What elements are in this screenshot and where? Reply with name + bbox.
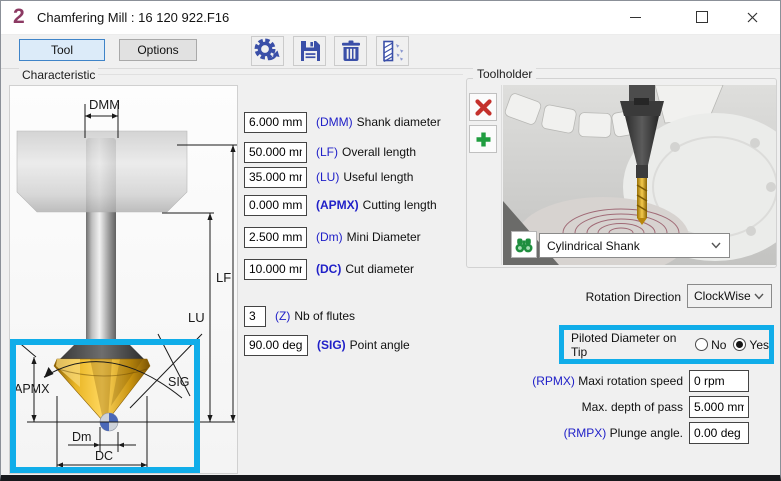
label-lf: Overall length bbox=[342, 145, 417, 159]
tool-diagram-panel: DMM LF LU APMX SIG Dm DC bbox=[9, 85, 238, 474]
maximize-button[interactable] bbox=[679, 1, 725, 33]
dim-label-apmx: APMX bbox=[14, 382, 50, 396]
rotation-direction-value: ClockWise bbox=[694, 289, 751, 303]
param-label-rmpx: (RMPX) Plunge angle. bbox=[563, 426, 683, 440]
save-button[interactable] bbox=[293, 36, 326, 66]
delete-tool-button[interactable] bbox=[334, 36, 367, 66]
label-dmm: Shank diameter bbox=[356, 115, 441, 129]
param-field-rpmx[interactable] bbox=[689, 370, 749, 392]
chevron-down-icon bbox=[754, 293, 764, 300]
tab-tool[interactable]: Tool bbox=[19, 39, 105, 61]
field-dc[interactable] bbox=[244, 258, 307, 280]
param-row-rpmx: (RPMX) Maxi rotation speed bbox=[501, 370, 757, 392]
char-row-dmm: (DMM)Shank diameter bbox=[244, 111, 441, 133]
code-sig: (SIG) bbox=[317, 338, 346, 352]
label-z: Nb of flutes bbox=[294, 309, 356, 323]
dim-label-sig: SIG bbox=[168, 375, 190, 389]
field-lu[interactable] bbox=[244, 166, 307, 188]
piloted-diameter-label: Piloted Diameter on Tip bbox=[571, 330, 677, 359]
label-dm: Mini Diameter bbox=[346, 230, 421, 244]
param-field-maxdepthofpass[interactable] bbox=[689, 396, 749, 418]
radio-yes-label: Yes bbox=[749, 337, 769, 352]
toolholder-divider bbox=[501, 85, 502, 265]
dim-label-dm: Dm bbox=[72, 430, 91, 444]
dim-label-lf: LF bbox=[216, 270, 231, 285]
add-toolholder-button[interactable] bbox=[469, 125, 497, 153]
char-row-lu: (LU)Useful length bbox=[244, 166, 413, 188]
minimize-button[interactable] bbox=[612, 1, 658, 33]
field-lf[interactable] bbox=[244, 141, 307, 163]
tab-options[interactable]: Options bbox=[119, 39, 197, 61]
param-row-rmpx: (RMPX) Plunge angle. bbox=[501, 422, 757, 444]
rotation-direction-label: Rotation Direction bbox=[585, 290, 681, 304]
dim-label-dmm: DMM bbox=[89, 97, 120, 112]
param-row-maxdepthofpass: Max. depth of pass bbox=[501, 396, 757, 418]
code-dm: (Dm) bbox=[316, 230, 343, 244]
param-label-rpmx: (RPMX) Maxi rotation speed bbox=[532, 374, 683, 388]
char-row-apmx: (APMX)Cutting length bbox=[244, 194, 437, 216]
radio-no-label: No bbox=[711, 337, 727, 352]
char-row-dm: (Dm)Mini Diameter bbox=[244, 226, 421, 248]
red-x-icon bbox=[474, 98, 492, 116]
label-sig: Point angle bbox=[349, 338, 410, 352]
tool-chips-icon bbox=[382, 40, 403, 62]
chevron-down-icon bbox=[711, 242, 721, 249]
search-toolholder-button[interactable] bbox=[511, 231, 537, 258]
dim-label-lu: LU bbox=[188, 310, 205, 325]
param-field-rmpx[interactable] bbox=[689, 422, 749, 444]
rotation-direction-select[interactable]: ClockWise bbox=[687, 284, 772, 308]
shank-type-select[interactable]: Cylindrical Shank bbox=[539, 233, 730, 258]
toolbar-separator bbox=[1, 68, 780, 69]
tool-usage-button[interactable] bbox=[376, 36, 409, 66]
code-lu: (LU) bbox=[316, 170, 340, 184]
green-plus-icon bbox=[476, 132, 490, 146]
shank-type-value: Cylindrical Shank bbox=[547, 238, 640, 253]
app-logo-icon: 2 bbox=[13, 5, 25, 28]
close-button[interactable] bbox=[729, 1, 775, 33]
radio-no[interactable] bbox=[695, 338, 709, 351]
field-z[interactable] bbox=[244, 305, 266, 327]
char-row-sig: (SIG)Point angle bbox=[244, 334, 410, 356]
window-title: Chamfering Mill : 16 120 922.F16 bbox=[37, 10, 230, 25]
close-icon bbox=[747, 12, 757, 22]
radio-yes[interactable] bbox=[733, 338, 747, 351]
tool-holder-block bbox=[16, 130, 188, 213]
piloted-diameter-highlight: Piloted Diameter on Tip No Yes bbox=[559, 325, 774, 364]
label-lu: Useful length bbox=[343, 170, 414, 184]
char-row-dc: (DC)Cut diameter bbox=[244, 258, 414, 280]
code-z: (Z) bbox=[275, 309, 291, 323]
save-icon bbox=[300, 41, 320, 61]
label-dc: Cut diameter bbox=[345, 262, 415, 276]
characteristic-groupbox-line bbox=[93, 74, 463, 75]
characteristic-section-label: Characteristic bbox=[19, 68, 99, 82]
field-sig[interactable] bbox=[244, 334, 308, 356]
chamfering-mill-dialog: 2 Chamfering Mill : 16 120 922.F16 Tool … bbox=[0, 0, 781, 481]
minimize-icon bbox=[629, 16, 641, 18]
field-dm[interactable] bbox=[244, 226, 307, 248]
binoculars-icon bbox=[515, 238, 533, 252]
char-row-lf: (LF) Overall length bbox=[244, 141, 416, 163]
code-lf: (LF) bbox=[316, 145, 338, 159]
tool-diagram: DMM LF LU APMX SIG Dm DC bbox=[10, 97, 237, 473]
field-dmm[interactable] bbox=[244, 111, 307, 133]
maximize-icon bbox=[696, 11, 708, 23]
code-dmm: (DMM) bbox=[316, 115, 353, 129]
toolholder-section-label: Toolholder bbox=[473, 67, 537, 81]
trash-icon bbox=[341, 40, 360, 61]
title-bar: 2 Chamfering Mill : 16 120 922.F16 bbox=[1, 1, 780, 35]
label-apmx: Cutting length bbox=[362, 198, 437, 212]
dim-label-dc: DC bbox=[95, 449, 113, 463]
char-row-z: (Z)Nb of flutes bbox=[244, 305, 355, 327]
field-apmx[interactable] bbox=[244, 194, 307, 216]
update-settings-button[interactable] bbox=[251, 36, 284, 66]
remove-toolholder-button[interactable] bbox=[469, 93, 497, 121]
param-label-maxdepthofpass: Max. depth of pass bbox=[581, 400, 683, 414]
code-apmx: (APMX) bbox=[316, 198, 359, 212]
code-dc: (DC) bbox=[316, 262, 342, 276]
gear-refresh-icon bbox=[254, 38, 280, 60]
